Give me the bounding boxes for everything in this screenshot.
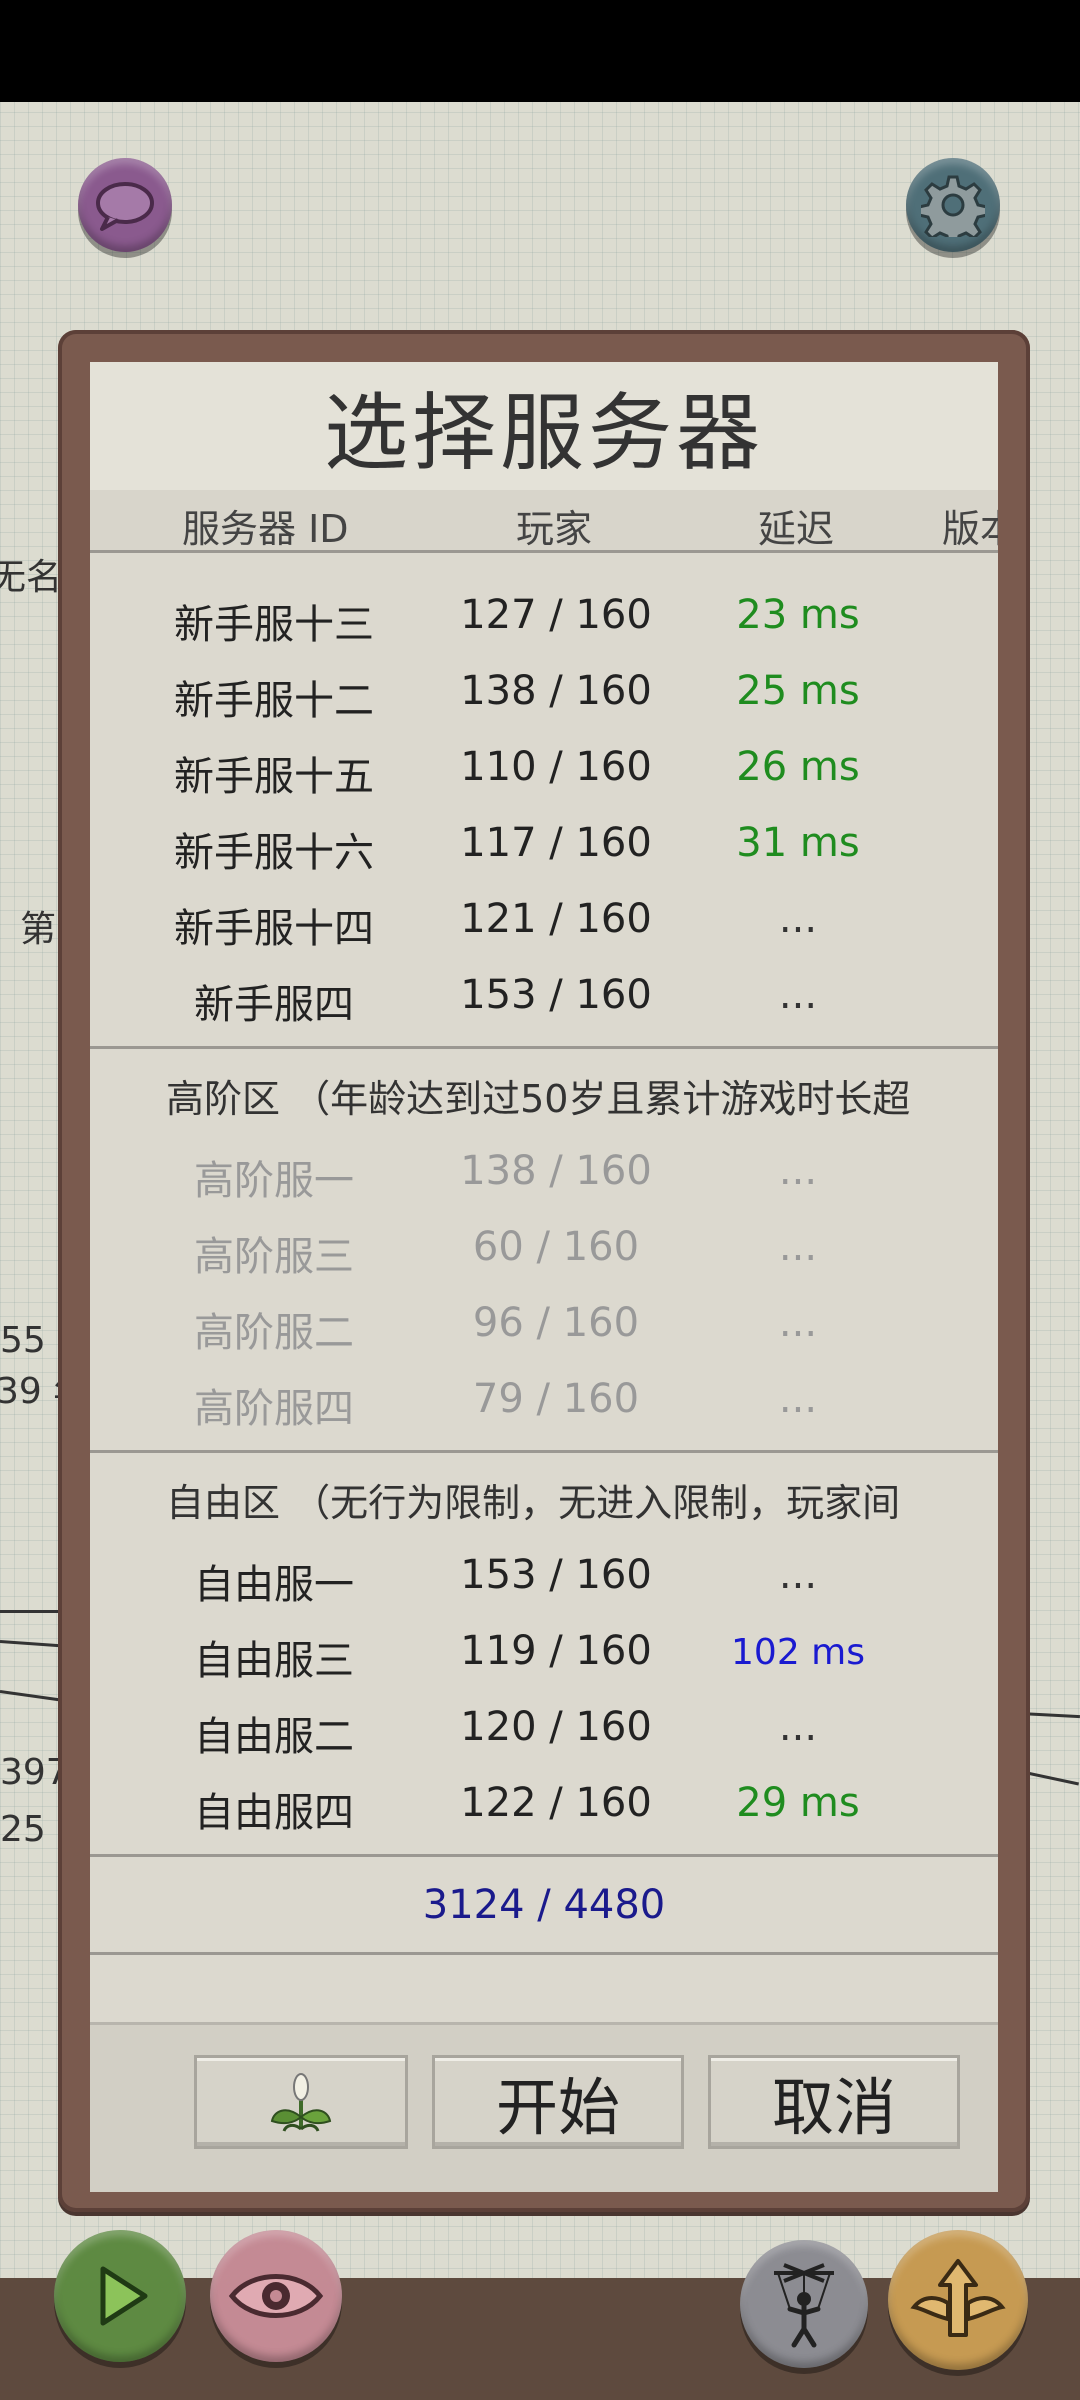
server-row[interactable]: 自由服三 119 / 160 102 ms bbox=[90, 1616, 998, 1692]
server-players: 120 / 160 bbox=[460, 1704, 652, 1750]
total-players: 3124 / 4480 bbox=[422, 1882, 666, 1928]
spectate-button[interactable] bbox=[210, 2230, 342, 2362]
header-version: 版本 bbox=[942, 507, 998, 551]
plant-button[interactable] bbox=[194, 2055, 408, 2149]
server-name: 新手服十三 bbox=[174, 602, 374, 648]
server-name: 新手服十四 bbox=[174, 906, 374, 952]
server-name: 自由服四 bbox=[194, 1790, 354, 1836]
server-players: 96 / 160 bbox=[472, 1300, 640, 1346]
server-ping: ... bbox=[778, 1704, 818, 1750]
server-row[interactable]: 新手服四 153 / 160 ... bbox=[90, 960, 998, 1036]
server-name: 新手服十二 bbox=[174, 678, 374, 724]
eye-icon bbox=[228, 2274, 324, 2318]
server-ping: ... bbox=[778, 1224, 818, 1270]
bg-text: 无名 bbox=[0, 557, 63, 598]
server-row[interactable]: 自由服四 122 / 160 29 ms bbox=[90, 1768, 998, 1844]
section-divider bbox=[90, 1854, 998, 1857]
server-ping: 29 ms bbox=[736, 1780, 860, 1826]
server-name: 高阶服二 bbox=[194, 1310, 354, 1356]
server-name: 自由服一 bbox=[194, 1562, 354, 1608]
server-ping: 31 ms bbox=[736, 820, 860, 866]
server-players: 117 / 160 bbox=[460, 820, 652, 866]
server-row: 高阶服二 96 / 160 ... bbox=[90, 1288, 998, 1364]
server-players: 110 / 160 bbox=[460, 744, 652, 790]
server-players: 79 / 160 bbox=[472, 1376, 640, 1422]
bg-line bbox=[0, 1690, 64, 1702]
server-name: 高阶服一 bbox=[194, 1158, 354, 1204]
server-players: 60 / 160 bbox=[472, 1224, 640, 1270]
section-divider bbox=[90, 1046, 998, 1049]
server-row[interactable]: 新手服十五 110 / 160 26 ms bbox=[90, 732, 998, 808]
server-select-dialog: 选择服务器 服务器 ID 玩家 延迟 版本 新手服十三 127 / 160 23… bbox=[90, 362, 998, 2192]
server-ping: 102 ms bbox=[731, 1632, 865, 1673]
server-ping: 23 ms bbox=[736, 592, 860, 638]
section-divider bbox=[90, 1952, 998, 1955]
server-row[interactable]: 新手服十六 117 / 160 31 ms bbox=[90, 808, 998, 884]
puppet-icon bbox=[774, 2263, 834, 2348]
bg-line bbox=[0, 1640, 64, 1648]
header-server-id: 服务器 ID bbox=[182, 507, 349, 551]
server-ping: ... bbox=[778, 1552, 818, 1598]
server-row[interactable]: 新手服十三 127 / 160 23 ms bbox=[90, 580, 998, 656]
dialog-footer: 开始 取消 bbox=[90, 2022, 998, 2192]
server-name: 新手服十六 bbox=[174, 830, 374, 876]
server-ping: 26 ms bbox=[736, 744, 860, 790]
server-row[interactable]: 新手服十二 138 / 160 25 ms bbox=[90, 656, 998, 732]
server-name: 自由服三 bbox=[194, 1638, 354, 1684]
server-row[interactable]: 自由服一 153 / 160 ... bbox=[90, 1540, 998, 1616]
server-ping: ... bbox=[778, 896, 818, 942]
server-players: 138 / 160 bbox=[460, 1148, 652, 1194]
bg-text: 55 bbox=[0, 1320, 46, 1361]
sprout-icon bbox=[270, 2073, 332, 2132]
header-players: 玩家 bbox=[516, 507, 593, 551]
server-players: 138 / 160 bbox=[460, 668, 652, 714]
server-row: 高阶服四 79 / 160 ... bbox=[90, 1364, 998, 1440]
bg-text: 第 bbox=[20, 909, 57, 950]
server-row[interactable]: 新手服十四 121 / 160 ... bbox=[90, 884, 998, 960]
server-players: 121 / 160 bbox=[460, 896, 652, 942]
section-divider bbox=[90, 1450, 998, 1453]
server-ping: 25 ms bbox=[736, 668, 860, 714]
settings-button[interactable] bbox=[906, 158, 1000, 252]
puppet-button[interactable] bbox=[740, 2240, 868, 2368]
server-row: 高阶服三 60 / 160 ... bbox=[90, 1212, 998, 1288]
wings-arrow-icon bbox=[910, 2259, 1006, 2337]
server-ping: ... bbox=[778, 1376, 818, 1422]
server-ping: ... bbox=[778, 1148, 818, 1194]
free-section-title: 自由区 （无行为限制，无进入限制，玩家间 bbox=[166, 1481, 901, 1525]
column-headers: 服务器 ID 玩家 延迟 版本 bbox=[90, 490, 998, 553]
server-name: 自由服二 bbox=[194, 1714, 354, 1760]
dialog-title: 选择服务器 bbox=[323, 383, 764, 482]
start-button[interactable]: 开始 bbox=[432, 2055, 684, 2149]
server-name: 新手服四 bbox=[194, 982, 354, 1028]
server-ping: ... bbox=[778, 1300, 818, 1346]
header-ping: 延迟 bbox=[758, 507, 835, 551]
bg-line bbox=[0, 1610, 64, 1613]
server-name: 高阶服三 bbox=[194, 1234, 354, 1280]
server-players: 122 / 160 bbox=[460, 1780, 652, 1826]
speech-bubble-icon bbox=[96, 182, 154, 231]
server-players: 119 / 160 bbox=[460, 1628, 652, 1674]
chat-button[interactable] bbox=[78, 158, 172, 252]
server-ping: ... bbox=[778, 972, 818, 1018]
play-icon bbox=[100, 2266, 148, 2326]
advanced-section-title: 高阶区 （年龄达到过50岁且累计游戏时长超 bbox=[166, 1077, 911, 1121]
dialog-header: 选择服务器 bbox=[90, 362, 998, 493]
play-button[interactable] bbox=[54, 2230, 186, 2362]
server-players: 127 / 160 bbox=[460, 592, 652, 638]
server-players: 153 / 160 bbox=[460, 1552, 652, 1598]
status-bar bbox=[0, 0, 1080, 102]
server-row[interactable]: 自由服二 120 / 160 ... bbox=[90, 1692, 998, 1768]
server-name: 高阶服四 bbox=[194, 1386, 354, 1432]
server-players: 153 / 160 bbox=[460, 972, 652, 1018]
ascend-button[interactable] bbox=[888, 2230, 1028, 2370]
gear-icon bbox=[921, 175, 985, 237]
cancel-button[interactable]: 取消 bbox=[708, 2055, 960, 2149]
server-name: 新手服十五 bbox=[174, 754, 374, 800]
server-row: 高阶服一 138 / 160 ... bbox=[90, 1136, 998, 1212]
